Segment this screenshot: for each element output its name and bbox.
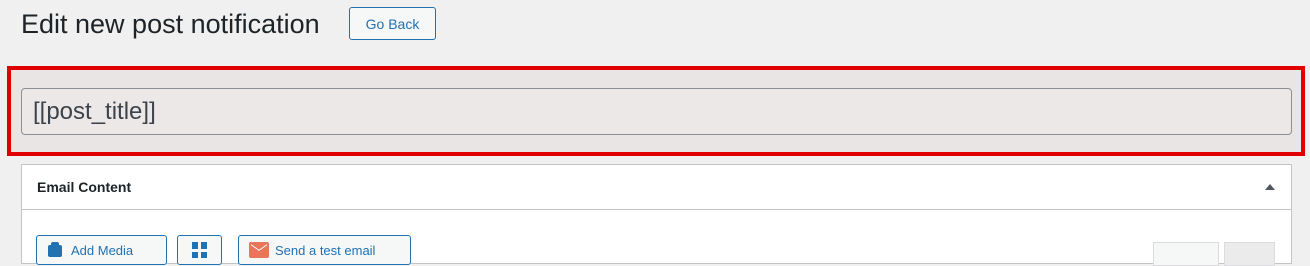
go-back-button[interactable]: Go Back [349,7,436,40]
add-media-button[interactable]: Add Media [36,235,167,265]
mail-icon [249,242,269,258]
add-media-label: Add Media [71,242,134,258]
email-content-title: Email Content [37,179,132,195]
email-content-header[interactable]: Email Content [22,165,1291,210]
send-test-email-button[interactable]: Send a test email [238,235,411,265]
tab-visual[interactable] [1153,242,1219,266]
collapse-toggle-icon[interactable] [1265,184,1275,190]
page-title: Edit new post notification [21,9,320,39]
post-title-input[interactable] [21,88,1292,135]
blocks-icon [191,242,208,258]
send-test-email-label: Send a test email [275,242,376,258]
tab-text[interactable] [1224,242,1275,266]
media-icon [47,242,65,258]
blocks-button[interactable] [177,235,222,265]
